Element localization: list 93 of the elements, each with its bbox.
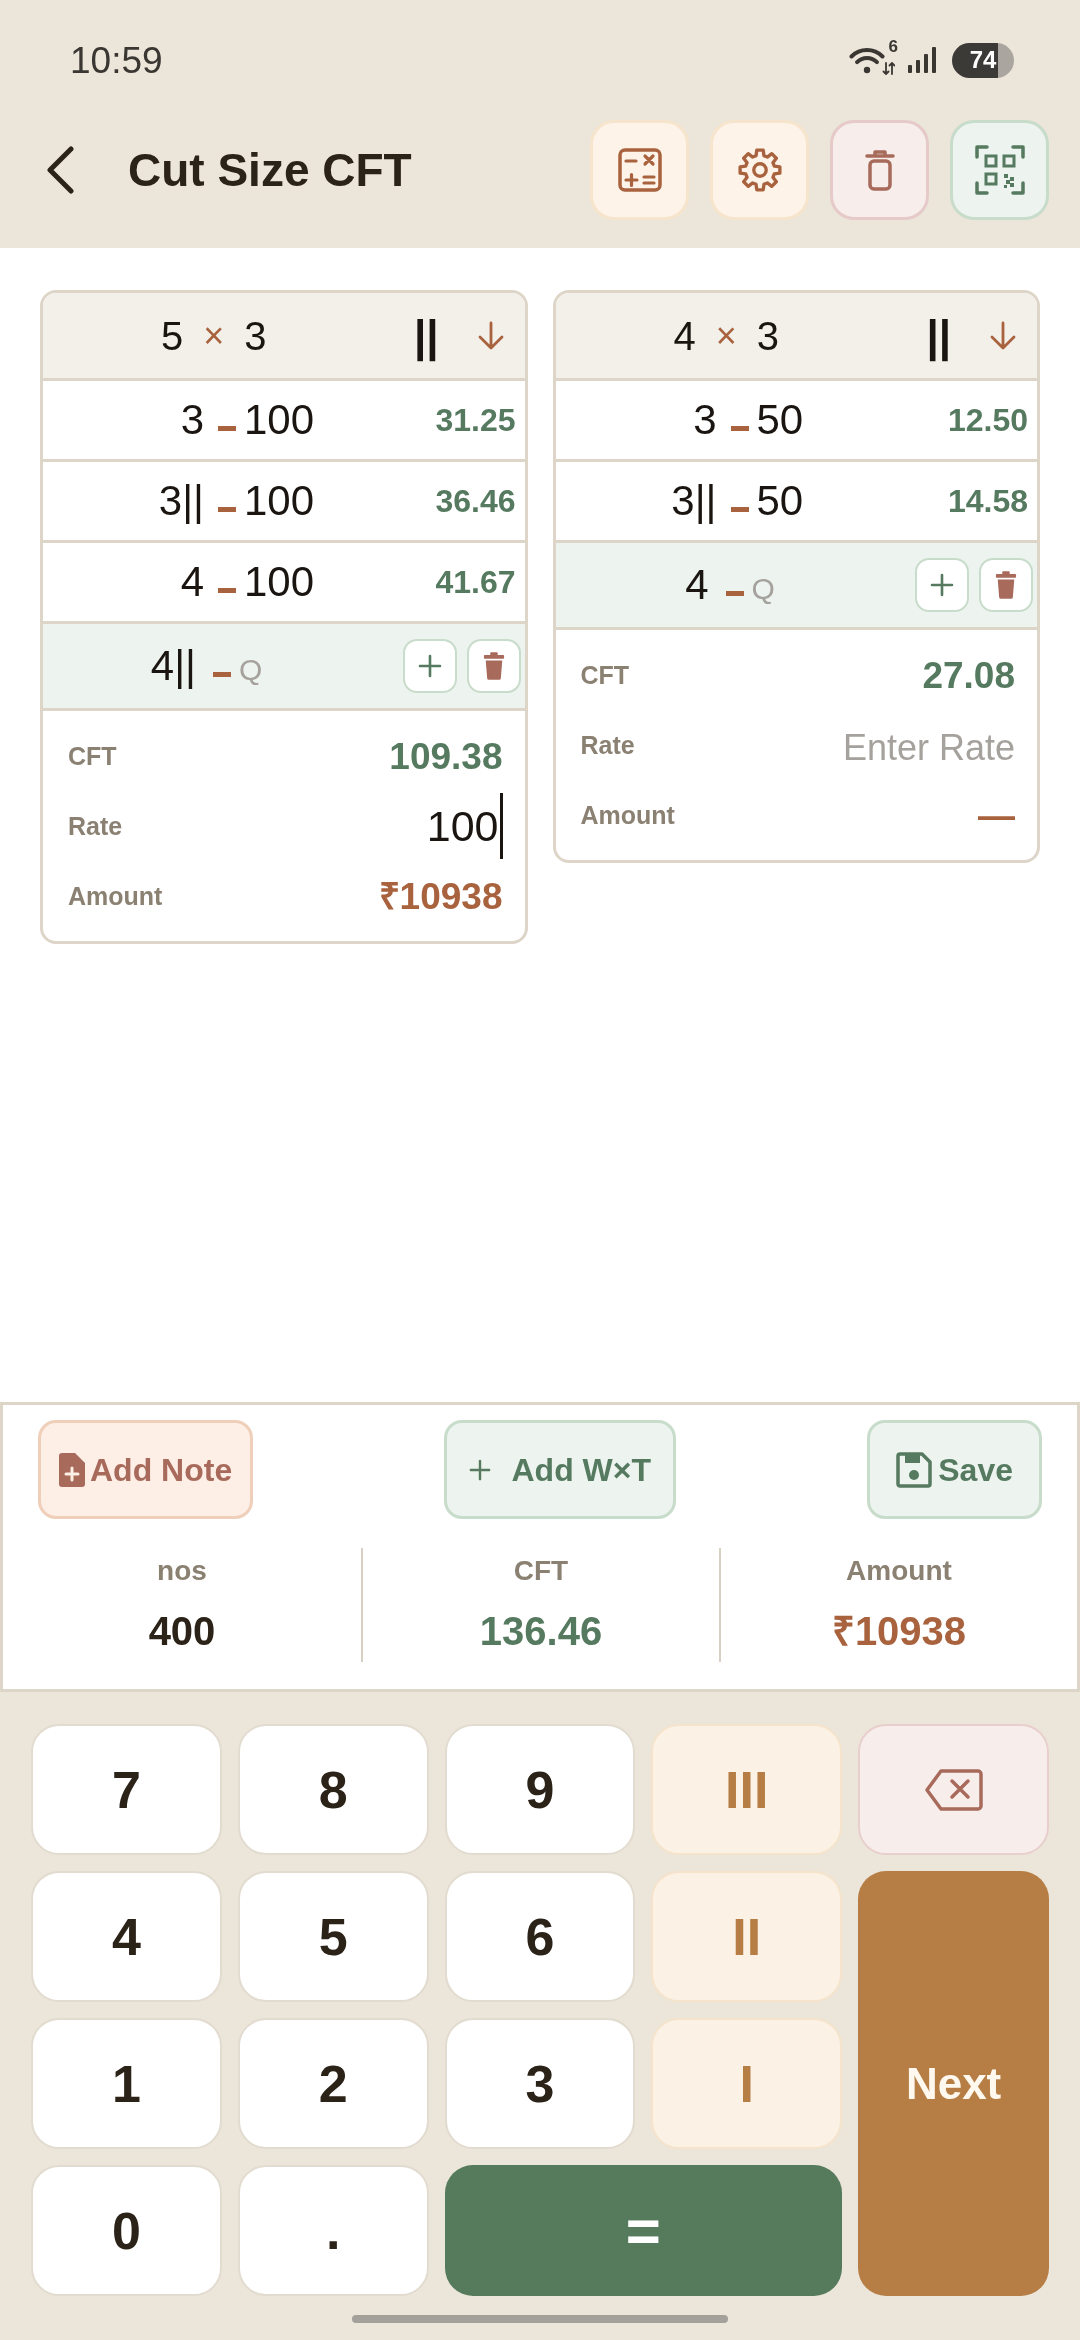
- number-key[interactable]: 1: [31, 2018, 222, 2149]
- trash-icon: [995, 571, 1017, 599]
- signal-icon: [908, 47, 938, 73]
- dash-icon: [218, 425, 236, 431]
- rate-field[interactable]: 100: [308, 798, 499, 854]
- dash-icon: [725, 590, 744, 596]
- plus-icon: [469, 1458, 492, 1481]
- save-button[interactable]: Save: [867, 1420, 1042, 1519]
- cft-value: 109.38: [389, 737, 503, 775]
- amount-value: —: [978, 796, 1015, 834]
- thickness-value: 3: [244, 315, 267, 356]
- add-row-button[interactable]: [402, 639, 457, 693]
- cft-value: 14.58: [947, 485, 1028, 517]
- plus-icon: [417, 654, 442, 678]
- add-note-button[interactable]: Add Note: [38, 1420, 254, 1519]
- summary-label: CFT: [580, 662, 630, 688]
- times-sign: ×: [203, 317, 225, 354]
- rate-field[interactable]: Enter Rate: [825, 717, 1015, 773]
- trash-icon: [482, 652, 505, 680]
- size-value: 4: [180, 561, 204, 603]
- scan-button[interactable]: [950, 120, 1049, 220]
- number-key[interactable]: 2: [237, 2018, 429, 2149]
- quantity-value: 100: [244, 561, 315, 603]
- add-size-button[interactable]: Add W×T: [444, 1420, 676, 1519]
- size-value: 4||: [150, 645, 196, 687]
- number-key[interactable]: 9: [444, 1724, 636, 1855]
- settings-button[interactable]: [710, 120, 809, 220]
- width-value: 5: [161, 315, 184, 356]
- cft-value: 12.50: [947, 404, 1028, 436]
- total-count: 400: [148, 1608, 216, 1655]
- delete-row-button[interactable]: [979, 558, 1033, 612]
- quantity-field[interactable]: Q: [751, 571, 786, 607]
- summary-label: Rate: [68, 813, 123, 839]
- trash-icon: [863, 149, 896, 191]
- quantity-value: 100: [244, 399, 315, 441]
- cft-value: 41.67: [435, 566, 516, 598]
- gear-icon: [736, 147, 783, 193]
- add-row-button[interactable]: [915, 558, 969, 612]
- cft-value: 31.25: [435, 404, 516, 436]
- cft-value: 27.08: [922, 656, 1015, 694]
- calculator-icon: [617, 148, 662, 192]
- number-key[interactable]: 4: [31, 1871, 222, 2002]
- dash-icon: [213, 671, 231, 677]
- arrow-down-icon[interactable]: [476, 320, 505, 351]
- number-key[interactable]: 8: [237, 1724, 429, 1855]
- back-icon[interactable]: [45, 146, 75, 194]
- arrow-down-icon[interactable]: [989, 320, 1017, 351]
- size-value: 4: [685, 564, 709, 606]
- equals-key[interactable]: =: [444, 2165, 843, 2296]
- cft-value: 36.46: [435, 485, 516, 517]
- summary-label: Amount: [68, 883, 163, 909]
- thickness-value: 3: [756, 315, 780, 356]
- total-label: Amount: [846, 1554, 952, 1588]
- size-value: 3: [180, 399, 204, 441]
- dash-icon: [218, 506, 236, 512]
- number-key[interactable]: 7: [31, 1724, 222, 1855]
- total-label: nos: [157, 1554, 207, 1588]
- number-key[interactable]: 3: [444, 2018, 636, 2149]
- status-time: 10:59: [70, 41, 163, 79]
- quantity-value: 50: [756, 399, 804, 441]
- backspace-icon: [924, 1767, 983, 1812]
- dash-icon: [730, 506, 749, 512]
- quantity-value: 100: [244, 480, 315, 522]
- total-label: CFT: [513, 1554, 569, 1588]
- plus-icon: [930, 573, 954, 597]
- total-cft: 136.46: [479, 1608, 603, 1655]
- delete-button[interactable]: [830, 120, 929, 220]
- file-plus-icon: [59, 1452, 85, 1487]
- times-sign: ×: [715, 317, 737, 354]
- size-value: 3: [693, 399, 717, 441]
- dash-icon: [730, 425, 749, 431]
- size-value: 3||: [158, 480, 204, 522]
- number-key[interactable]: 5: [237, 1871, 429, 2002]
- amount-value: ₹10938: [378, 877, 503, 915]
- page-title: Cut Size CFT: [128, 147, 412, 193]
- summary-label: Amount: [580, 802, 675, 828]
- decimal-key[interactable]: .: [237, 2165, 429, 2296]
- dash-icon: [218, 587, 236, 593]
- total-amount: ₹10938: [831, 1608, 967, 1655]
- quantity-value: 50: [756, 480, 804, 522]
- quantity-field[interactable]: Q: [239, 652, 273, 688]
- number-key[interactable]: 0: [31, 2165, 222, 2296]
- calculator-button[interactable]: [590, 120, 689, 220]
- delete-row-button[interactable]: [466, 639, 521, 693]
- summary-label: Rate: [580, 732, 635, 758]
- network-type-label: 6: [888, 38, 898, 55]
- size-value: 3||: [671, 480, 717, 522]
- battery-indicator: 74: [952, 42, 1014, 78]
- qr-code-icon: [974, 145, 1025, 195]
- width-value: 4: [673, 315, 696, 356]
- summary-label: CFT: [68, 743, 117, 769]
- number-key[interactable]: 6: [444, 1871, 636, 2002]
- backspace-key[interactable]: [858, 1724, 1049, 1855]
